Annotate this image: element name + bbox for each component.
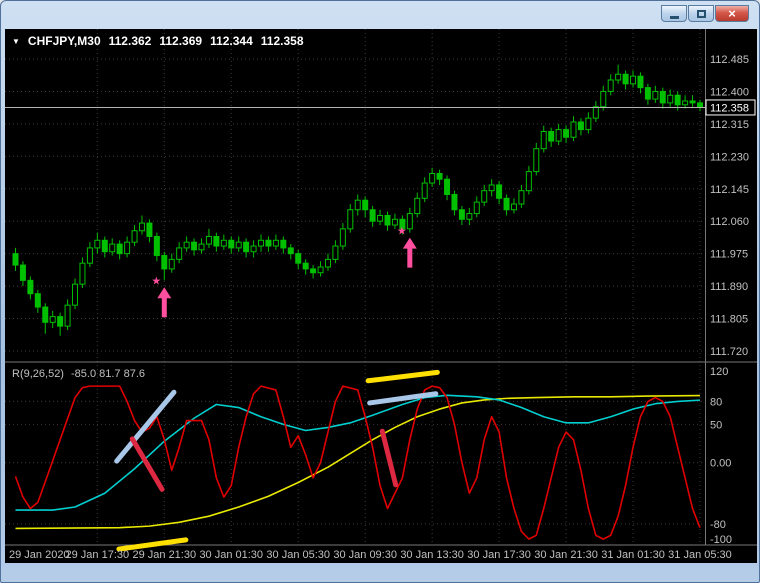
close-button[interactable]: × [715,5,749,22]
svg-text:-100: -100 [710,534,732,546]
chevron-down-icon[interactable]: ▼ [12,37,20,46]
signal-arrows: ★★ [151,226,417,318]
maximize-icon [696,9,706,18]
svg-text:30 Jan 09:30: 30 Jan 09:30 [333,549,397,561]
pane-separators [5,29,757,546]
minimize-button[interactable] [661,5,687,22]
svg-text:29 Jan 21:30: 29 Jan 21:30 [132,549,196,561]
chart-client-area: 112.358 ★ ★ 112.485 112.400 112.315 112.230 112… [5,29,757,563]
application-window: × 112.358 ★ ★ 112.485 112.400 112.315 112.230 1… [0,0,760,583]
window-controls: × [661,5,749,22]
svg-text:112.230: 112.230 [710,151,749,163]
close-icon: × [728,6,736,21]
svg-text:111.975: 111.975 [710,249,748,261]
current-price-marker: 112.358 [5,99,756,116]
svg-text:111.805: 111.805 [710,314,748,326]
svg-text:30 Jan 21:30: 30 Jan 21:30 [534,549,598,561]
svg-text:112.060: 112.060 [710,216,749,228]
buy-arrow-icon [402,237,417,268]
indicator-line-medium [15,394,701,511]
svg-text:80: 80 [710,396,722,408]
chart-canvas[interactable]: 112.358★★112.485112.400112.315112.230112… [5,29,757,563]
svg-text:111.720: 111.720 [710,346,748,358]
svg-text:31 Jan 01:30: 31 Jan 01:30 [601,549,665,561]
titlebar[interactable]: × [1,1,759,29]
star-icon: ★ [151,275,161,287]
svg-text:120: 120 [710,366,728,378]
svg-text:31 Jan 05:30: 31 Jan 05:30 [668,549,732,561]
time-axis-labels: 29 Jan 202029 Jan 17:30 29 Jan 21:30 30 Ja… [9,549,732,561]
svg-text:0.00: 0.00 [710,458,731,470]
price-axis-labels: 112.485 112.400 112.315 112.230 112.145 112.0… [710,54,749,546]
candlestick-series [12,64,703,336]
svg-text:29 Jan 2020: 29 Jan 2020 [9,549,70,561]
drawn-annotations [114,369,440,552]
maximize-button[interactable] [688,5,714,22]
svg-text:112.485: 112.485 [710,54,749,66]
svg-text:112.315: 112.315 [710,119,749,131]
minimize-icon [669,15,679,19]
svg-text:-80: -80 [710,519,726,531]
svg-text:30 Jan 05:30: 30 Jan 05:30 [266,549,330,561]
star-icon: ★ [397,226,407,238]
grid [5,29,705,545]
svg-text:112.400: 112.400 [710,86,749,98]
svg-text:29 Jan 17:30: 29 Jan 17:30 [66,549,130,561]
svg-text:111.890: 111.890 [710,281,748,293]
svg-text:112.358: 112.358 [710,102,749,114]
buy-arrow-icon [157,287,172,318]
svg-text:30 Jan 01:30: 30 Jan 01:30 [199,549,263,561]
svg-text:30 Jan 17:30: 30 Jan 17:30 [467,549,531,561]
svg-text:112.145: 112.145 [710,184,749,196]
svg-text:50: 50 [710,419,722,431]
svg-text:30 Jan 13:30: 30 Jan 13:30 [400,549,464,561]
